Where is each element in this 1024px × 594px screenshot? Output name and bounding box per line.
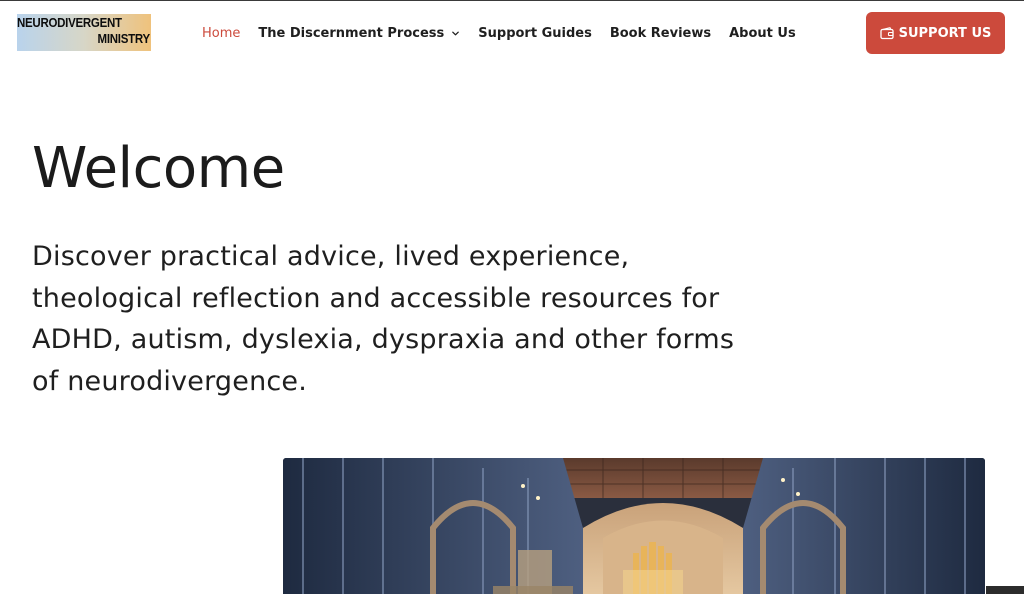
main-nav: Home The Discernment Process Support Gui… — [202, 23, 814, 43]
cathedral-interior-image — [283, 458, 985, 594]
page-title: Welcome — [32, 136, 285, 201]
site-header: NEURODIVERGENT MINISTRY Home The Discern… — [0, 1, 1024, 63]
wallet-icon — [879, 26, 894, 39]
nav-item-discernment-process[interactable]: The Discernment Process — [258, 26, 460, 41]
nav-item-about-us[interactable]: About Us — [729, 26, 796, 41]
nav-item-label: The Discernment Process — [258, 25, 445, 41]
support-us-button[interactable]: SUPPORT US — [866, 12, 1005, 54]
scroll-to-top-tab[interactable] — [986, 586, 1024, 594]
nav-item-home[interactable]: Home — [202, 26, 240, 41]
logo-line-1: NEURODIVERGENT — [17, 16, 122, 30]
chevron-down-icon — [452, 31, 460, 35]
support-us-label: SUPPORT US — [898, 25, 992, 41]
logo-line-2: MINISTRY — [97, 32, 151, 46]
site-logo[interactable]: NEURODIVERGENT MINISTRY — [17, 14, 151, 51]
nav-item-support-guides[interactable]: Support Guides — [478, 26, 592, 41]
intro-paragraph: Discover practical advice, lived experie… — [32, 241, 735, 397]
nav-item-book-reviews[interactable]: Book Reviews — [610, 26, 711, 41]
